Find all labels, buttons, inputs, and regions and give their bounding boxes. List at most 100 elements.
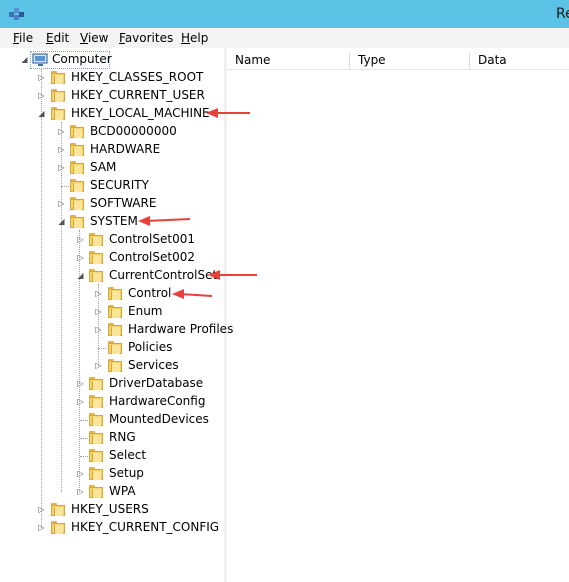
tree-item[interactable]: MountedDevices — [0, 411, 224, 429]
folder-icon — [70, 143, 84, 156]
expand-arrow-icon[interactable]: ▷ — [76, 487, 85, 496]
tree-item[interactable]: Policies — [0, 339, 224, 357]
folder-icon — [70, 161, 84, 174]
folder-icon — [51, 521, 65, 534]
folder-icon — [89, 395, 103, 408]
collapse-arrow-icon[interactable]: ◢ — [57, 217, 66, 226]
folder-icon — [70, 125, 84, 138]
column-type[interactable]: Type — [350, 52, 470, 70]
folder-icon — [89, 467, 103, 480]
tree-item[interactable]: ▷ WPA — [0, 483, 224, 501]
tree-item-label: HKEY_CURRENT_CONFIG — [71, 520, 220, 534]
tree-item[interactable]: ▷ HKEY_CURRENT_USER — [0, 87, 224, 105]
menu-edit[interactable]: Edit — [46, 31, 69, 45]
tree-item[interactable]: ▷ ControlSet001 — [0, 231, 224, 249]
tree-item[interactable]: ◢ Computer — [0, 51, 224, 69]
expand-arrow-icon[interactable]: ▷ — [94, 307, 103, 316]
tree-item-label: Setup — [109, 466, 144, 480]
expand-arrow-icon[interactable]: ▷ — [94, 325, 103, 334]
tree-item-label: SECURITY — [90, 178, 149, 192]
expand-arrow-icon[interactable]: ▷ — [57, 199, 66, 208]
expand-arrow-icon[interactable]: ▷ — [37, 91, 46, 100]
tree-item-label: SYSTEM — [90, 214, 138, 228]
tree-item-label: RNG — [109, 430, 136, 444]
regedit-app-icon[interactable] — [8, 6, 26, 22]
expand-arrow-icon[interactable]: ▷ — [76, 253, 85, 262]
menu-view[interactable]: View — [80, 31, 108, 45]
menu-bar: File Edit View Favorites Help — [0, 28, 569, 49]
folder-icon — [89, 233, 103, 246]
tree-item[interactable]: ▷ Control — [0, 285, 224, 303]
tree-line — [80, 420, 88, 421]
tree-item[interactable]: ▷ Setup — [0, 465, 224, 483]
tree-item-label: HKEY_CURRENT_USER — [71, 88, 205, 102]
menu-help[interactable]: Help — [181, 31, 208, 45]
expand-arrow-icon[interactable]: ▷ — [37, 523, 46, 532]
tree-item[interactable]: ▷ HKEY_CURRENT_CONFIG — [0, 519, 224, 537]
tree-item-label: ControlSet002 — [109, 250, 195, 264]
tree-item[interactable]: ▷ SAM — [0, 159, 224, 177]
tree-item-label: Enum — [128, 304, 163, 318]
tree-item-label: MountedDevices — [109, 412, 209, 426]
folder-icon — [89, 413, 103, 426]
tree-line — [61, 186, 69, 187]
expand-arrow-icon[interactable]: ▷ — [57, 127, 66, 136]
folder-icon — [70, 215, 84, 228]
folder-icon — [89, 269, 103, 282]
expand-arrow-icon[interactable]: ▷ — [57, 145, 66, 154]
column-name[interactable]: Name — [227, 52, 350, 70]
tree-item[interactable]: ▷ Services — [0, 357, 224, 375]
expand-arrow-icon[interactable]: ▷ — [76, 397, 85, 406]
menu-file[interactable]: File — [13, 31, 33, 45]
tree-item-label: ControlSet001 — [109, 232, 195, 246]
tree-item[interactable]: ▷ BCD00000000 — [0, 123, 224, 141]
tree-item[interactable]: ▷ Enum — [0, 303, 224, 321]
window-title: Re — [556, 6, 569, 22]
expand-arrow-icon[interactable]: ▷ — [94, 361, 103, 370]
tree-item-label: HARDWARE — [90, 142, 161, 156]
tree-item-label: BCD00000000 — [90, 124, 177, 138]
tree-item[interactable]: ▷ HKEY_USERS — [0, 501, 224, 519]
tree-item[interactable]: ◢ HKEY_LOCAL_MACHINE — [0, 105, 224, 123]
tree-item[interactable]: ▷ Hardware Profiles — [0, 321, 233, 339]
tree-item[interactable]: SECURITY — [0, 177, 224, 195]
tree-item-label: WPA — [109, 484, 136, 498]
folder-icon — [108, 359, 122, 372]
expand-arrow-icon[interactable]: ▷ — [76, 469, 85, 478]
expand-arrow-icon[interactable]: ▷ — [94, 289, 103, 298]
values-list[interactable]: Name Type Data — [227, 48, 569, 582]
folder-icon — [51, 503, 65, 516]
tree-item[interactable]: RNG — [0, 429, 224, 447]
folder-icon — [108, 341, 122, 354]
title-bar: Re — [0, 0, 569, 28]
expand-arrow-icon[interactable]: ▷ — [76, 235, 85, 244]
collapse-arrow-icon[interactable]: ◢ — [76, 271, 85, 280]
tree-item-label: Control — [128, 286, 172, 300]
tree-item[interactable]: ▷ HKEY_CLASSES_ROOT — [0, 69, 224, 87]
tree-item[interactable]: ▷ HardwareConfig — [0, 393, 224, 411]
tree-item[interactable]: ◢ CurrentControlSet — [0, 267, 224, 285]
expand-arrow-icon[interactable]: ▷ — [57, 163, 66, 172]
collapse-arrow-icon[interactable]: ◢ — [20, 55, 29, 64]
folder-icon — [70, 179, 84, 192]
menu-favorites[interactable]: Favorites — [119, 31, 173, 45]
folder-icon — [108, 323, 122, 336]
column-data[interactable]: Data — [470, 52, 569, 70]
tree-item[interactable]: ▷ ControlSet002 — [0, 249, 224, 267]
tree-item[interactable]: Select — [0, 447, 224, 465]
folder-icon — [89, 377, 103, 390]
tree-item[interactable]: ▷ HARDWARE — [0, 141, 224, 159]
tree-item[interactable]: ▷ SOFTWARE — [0, 195, 224, 213]
expand-arrow-icon[interactable]: ▷ — [37, 73, 46, 82]
tree-item-label: SAM — [90, 160, 117, 174]
tree-item[interactable]: ▷ DriverDatabase — [0, 375, 224, 393]
tree-item-label: HKEY_LOCAL_MACHINE — [71, 106, 210, 120]
folder-icon — [51, 107, 65, 120]
folder-icon — [70, 197, 84, 210]
collapse-arrow-icon[interactable]: ◢ — [37, 109, 46, 118]
expand-arrow-icon[interactable]: ▷ — [76, 379, 85, 388]
folder-icon — [89, 431, 103, 444]
tree-item-label: CurrentControlSet — [109, 268, 218, 282]
expand-arrow-icon[interactable]: ▷ — [37, 505, 46, 514]
tree-item[interactable]: ◢ SYSTEM — [0, 213, 224, 231]
